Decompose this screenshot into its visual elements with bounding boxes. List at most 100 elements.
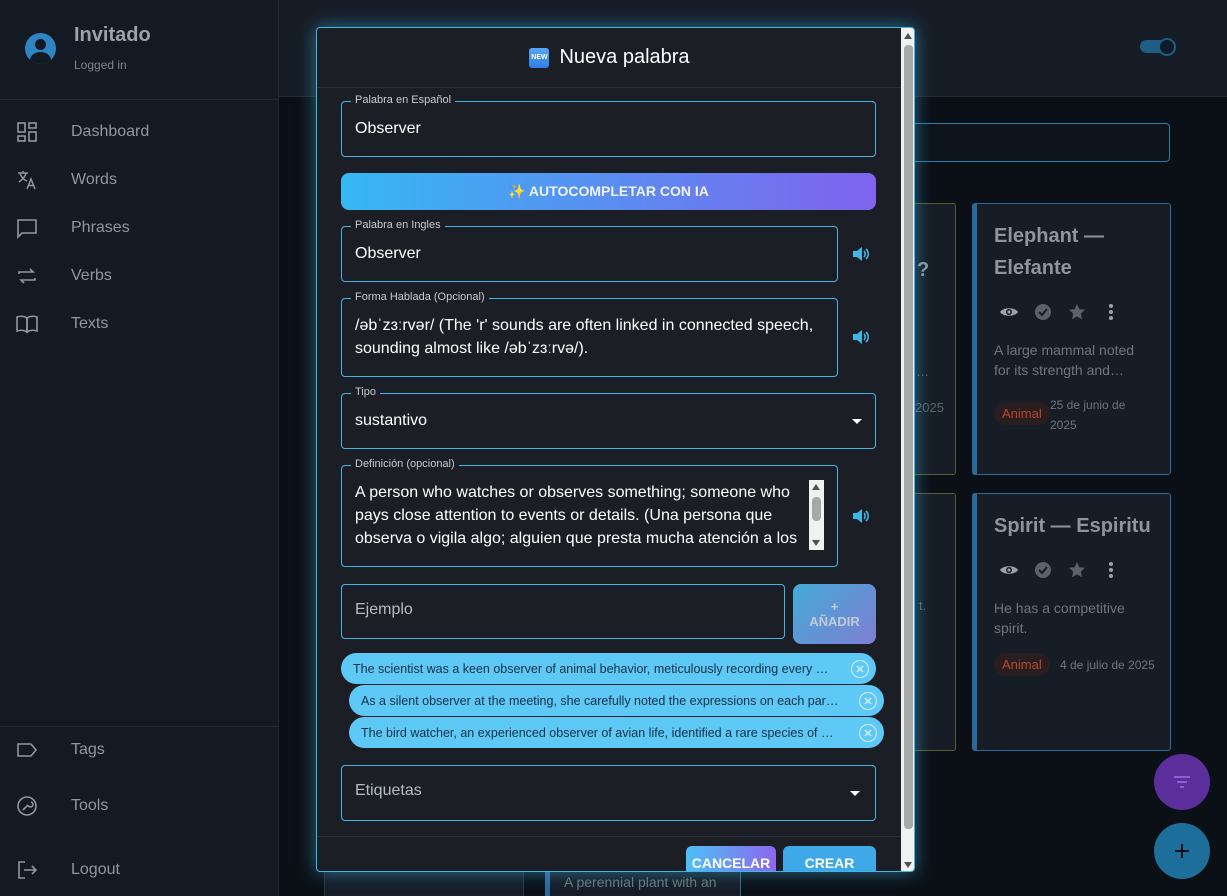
new-badge-icon: NEW bbox=[529, 47, 550, 68]
sidebar-item-dashboard[interactable]: Dashboard bbox=[0, 110, 279, 154]
speaker-icon[interactable] bbox=[850, 243, 872, 265]
field-value-line: A person who watches or observes somethi… bbox=[355, 484, 790, 501]
sidebar-item-label: Phrases bbox=[71, 219, 130, 236]
card-description: A large mammal noted for its strength an… bbox=[994, 342, 1135, 378]
sidebar-item-label: Words bbox=[71, 171, 117, 188]
tag-badge: Animal bbox=[994, 653, 1050, 676]
sidebar-divider bbox=[0, 726, 279, 727]
word-card[interactable]: Elephant — Elefante A large mammal noted… bbox=[972, 203, 1171, 475]
card-date-fragment: 2025 bbox=[915, 400, 944, 415]
card-title-fragment: ? bbox=[917, 259, 930, 281]
type-select[interactable]: Tipo sustantivo bbox=[341, 386, 876, 449]
tags-select[interactable]: Etiquetas bbox=[341, 765, 876, 821]
dialog-title: Nueva palabra bbox=[559, 46, 690, 68]
word-card[interactable]: Spirit — Espiritu He has a competitive s… bbox=[972, 493, 1171, 751]
card-desc-fragment: t. bbox=[919, 598, 927, 613]
logout-icon bbox=[18, 861, 38, 879]
sidebar-item-label: Logout bbox=[71, 861, 120, 878]
profile-status: Logged in bbox=[74, 58, 127, 72]
scroll-down-icon[interactable] bbox=[904, 862, 912, 868]
sidebar-item-logout[interactable]: Logout bbox=[0, 848, 279, 892]
spanish-word-field[interactable]: Palabra en Español Observer bbox=[341, 94, 876, 157]
example-chip[interactable]: As a silent observer at the meeting, she… bbox=[349, 685, 884, 716]
sidebar-item-phrases[interactable]: Phrases bbox=[0, 206, 279, 250]
card-desc-fragment: A perennial plant with an bbox=[564, 874, 717, 890]
eye-icon[interactable] bbox=[999, 302, 1019, 322]
field-value: sustantivo bbox=[355, 412, 428, 429]
field-value-line: observa o vigila algo; alguien que prest… bbox=[355, 530, 798, 547]
example-chip-text: The scientist was a keen observer of ani… bbox=[353, 661, 829, 676]
plus-icon bbox=[1175, 844, 1189, 858]
wrench-icon bbox=[17, 796, 37, 816]
eye-icon[interactable] bbox=[999, 560, 1019, 580]
book-icon bbox=[16, 315, 38, 334]
chevron-down-icon bbox=[850, 791, 860, 796]
close-icon[interactable] bbox=[851, 659, 869, 678]
autocomplete-ai-button[interactable]: ✨ AUTOCOMPLETAR CON IA bbox=[341, 173, 876, 210]
example-input[interactable]: Ejemplo bbox=[341, 584, 785, 639]
tag-icon bbox=[17, 743, 38, 757]
dialog-header: NEW Nueva palabra bbox=[317, 28, 902, 88]
more-vert-icon[interactable] bbox=[1101, 302, 1121, 322]
example-chip[interactable]: The scientist was a keen observer of ani… bbox=[341, 653, 876, 684]
word-card-partial[interactable] bbox=[324, 870, 524, 896]
filter-icon bbox=[1174, 776, 1190, 788]
filter-button[interactable] bbox=[1154, 754, 1210, 810]
plus-icon: + bbox=[830, 599, 839, 614]
translate-icon bbox=[18, 171, 36, 190]
sidebar-item-label: Texts bbox=[71, 315, 109, 332]
card-date: 4 de julio de 2025 bbox=[1060, 658, 1155, 672]
profile-name: Invitado bbox=[74, 24, 151, 46]
field-label: Palabra en Ingles bbox=[351, 219, 445, 231]
speaker-icon[interactable] bbox=[850, 326, 872, 348]
dialog-footer-divider bbox=[317, 836, 902, 837]
speaker-icon[interactable] bbox=[850, 505, 872, 527]
check-circle-icon[interactable] bbox=[1033, 560, 1053, 580]
field-label: Definición (opcional) bbox=[351, 458, 459, 470]
cancel-button[interactable]: CANCELAR bbox=[686, 846, 776, 871]
search-input[interactable] bbox=[880, 123, 1170, 162]
scroll-up-icon[interactable] bbox=[904, 33, 912, 39]
dialog-scrollbar[interactable] bbox=[901, 28, 914, 871]
more-vert-icon[interactable] bbox=[1101, 560, 1121, 580]
sidebar-item-tags[interactable]: Tags bbox=[0, 728, 279, 772]
close-icon[interactable] bbox=[859, 723, 877, 742]
tag-badge: Animal bbox=[994, 402, 1050, 425]
field-value-line: pays close attention to events or detail… bbox=[355, 507, 773, 524]
field-label: Palabra en Español bbox=[351, 94, 456, 106]
sidebar-item-verbs[interactable]: Verbs bbox=[0, 254, 279, 298]
repeat-icon bbox=[18, 268, 36, 284]
example-chip-text: The bird watcher, an experienced observe… bbox=[361, 725, 834, 740]
definition-field[interactable]: Definición (opcional) A person who watch… bbox=[341, 458, 838, 567]
check-circle-icon[interactable] bbox=[1033, 302, 1053, 322]
card-date: 25 de junio de 2025 bbox=[1050, 398, 1126, 432]
field-value: Observer bbox=[355, 245, 421, 262]
close-icon[interactable] bbox=[859, 691, 877, 710]
field-label: Forma Hablada (Opcional) bbox=[351, 291, 489, 303]
field-value-line: /əbˈzɜːrvər/ (The 'r' sounds are often l… bbox=[355, 317, 814, 334]
definition-scrollbar[interactable] bbox=[809, 480, 824, 550]
sidebar-item-words[interactable]: Words bbox=[0, 158, 279, 202]
avatar-icon bbox=[25, 33, 56, 64]
add-word-button[interactable] bbox=[1154, 823, 1210, 879]
field-label: Tipo bbox=[351, 386, 380, 398]
english-word-field[interactable]: Palabra en Ingles Observer bbox=[341, 219, 838, 282]
star-icon[interactable] bbox=[1067, 302, 1087, 322]
sidebar-item-label: Tools bbox=[71, 797, 109, 814]
spoken-form-field[interactable]: Forma Hablada (Opcional) /əbˈzɜːrvər/ (T… bbox=[341, 291, 838, 377]
sidebar-item-tools[interactable]: Tools bbox=[0, 784, 279, 828]
theme-toggle[interactable] bbox=[1140, 38, 1176, 56]
add-label: AÑADIR bbox=[809, 614, 860, 629]
create-button[interactable]: CREAR bbox=[783, 846, 876, 871]
card-description: He has a competitive spirit. bbox=[994, 600, 1125, 636]
new-word-dialog: NEW Nueva palabra Palabra en Español Obs… bbox=[316, 27, 915, 872]
example-chip[interactable]: The bird watcher, an experienced observe… bbox=[349, 717, 884, 748]
example-chip-text: As a silent observer at the meeting, she… bbox=[361, 693, 839, 708]
profile-section: Invitado Logged in bbox=[0, 0, 279, 100]
star-icon[interactable] bbox=[1067, 560, 1087, 580]
field-value-line: sounding almost like /əbˈzɜːrvə/). bbox=[355, 340, 589, 357]
sidebar-item-texts[interactable]: Texts bbox=[0, 302, 279, 346]
add-example-button[interactable]: + AÑADIR bbox=[793, 584, 876, 644]
scrollbar-thumb[interactable] bbox=[904, 45, 913, 829]
chevron-down-icon bbox=[852, 419, 862, 424]
